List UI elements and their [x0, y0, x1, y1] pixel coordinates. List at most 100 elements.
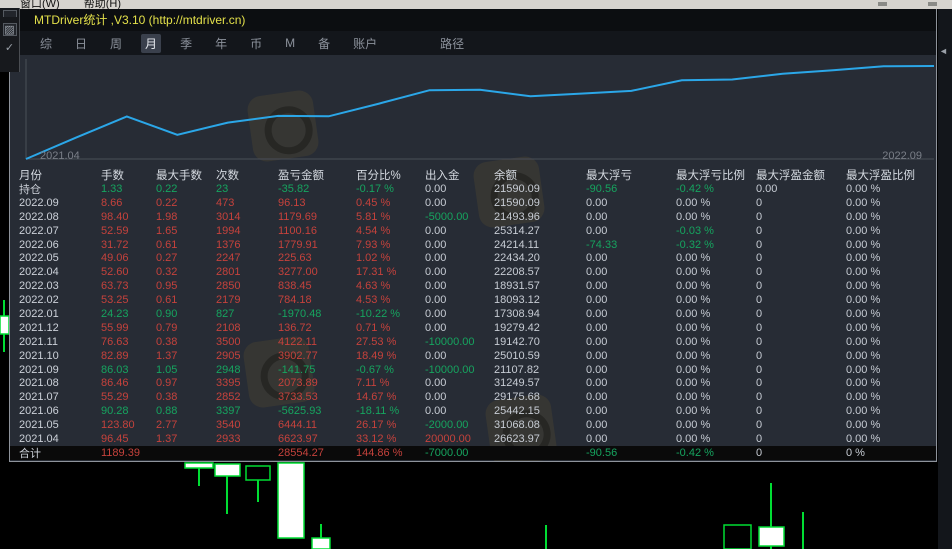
tab-综[interactable]: 综 [36, 34, 56, 53]
cell-max-float-profit-ratio: 0.00 % [846, 182, 881, 195]
cell-max-float-loss: 0.00 [586, 210, 608, 223]
cell-lots: 31.72 [101, 238, 129, 251]
path-button[interactable]: 路径 [440, 35, 464, 52]
cell-month: 2021.06 [19, 405, 59, 418]
column-header-deposit: 出入金 [425, 169, 460, 182]
cell-count: 3397 [216, 405, 241, 418]
check-icon[interactable]: ✓ [3, 42, 17, 55]
menu-item[interactable]: 窗口(W) [20, 0, 60, 9]
cell-count: 3540 [216, 419, 241, 432]
cell-max-float-loss: 0.00 [586, 419, 608, 432]
cell-max-lots: 0.27 [156, 252, 178, 265]
cell-month: 2021.08 [19, 377, 59, 390]
cell-month: 2021.12 [19, 321, 59, 334]
table-row[interactable]: 2022.05 49.06 0.27 2247 225.63 1.02 % 0.00 2243… [10, 251, 936, 265]
column-header-percent: 百分比% [356, 169, 401, 182]
window-frame-icon[interactable] [2, 10, 17, 17]
table-row[interactable]: 2021.04 96.45 1.37 2933 6623.97 33.12 % 20000.… [10, 432, 936, 446]
x-axis-label-end: 2022.09 [882, 150, 922, 162]
cell-max-float-loss-ratio: 0.00 % [676, 196, 711, 209]
cell-max-float-profit: 0 [756, 321, 763, 334]
table-row[interactable]: 2021.11 76.63 0.38 3500 4122.11 27.53 % -10000… [10, 335, 936, 349]
cell-percent: -0.17 % [356, 182, 394, 195]
table-row[interactable]: 2022.09 8.66 0.22 473 96.13 0.45 % 0.00 21590.0… [10, 196, 936, 210]
cell-max-float-loss: 0.00 [586, 405, 608, 418]
x-axis-label-start: 2021.04 [40, 150, 80, 162]
table-row[interactable]: 2021.10 82.89 1.37 2905 3902.77 18.49 % 0.00 25… [10, 349, 936, 363]
cell-deposit: 0.00 [425, 238, 447, 251]
cell-max-float-profit-ratio: 0.00 % [846, 377, 881, 390]
cell-max-float-loss-ratio: 0.00 % [676, 419, 711, 432]
collapse-left-arrow-icon[interactable]: ◄ [939, 46, 948, 56]
cell-percent: -10.22 % [356, 307, 401, 320]
tab-年[interactable]: 年 [211, 34, 231, 53]
tab-月[interactable]: 月 [141, 33, 162, 53]
table-row[interactable]: 2021.09 86.03 1.05 2948 -141.75 -0.67 % -10000… [10, 363, 936, 377]
table-row[interactable]: 2022.07 52.59 1.65 1994 1100.16 4.54 % 0.00 253… [10, 224, 936, 238]
table-row[interactable]: 2021.08 86.46 0.97 3395 2073.89 7.11 % 0.00 312… [10, 376, 936, 390]
cell-max-float-profit-ratio: 0.00 % [846, 252, 881, 265]
menu-item[interactable]: 帮助(H) [84, 0, 121, 9]
table-row[interactable]: 2021.06 90.28 0.88 3397 -5625.93 -18.11 % 0.00… [10, 404, 936, 418]
cell-count: 827 [216, 307, 235, 320]
cell-count: 2108 [216, 321, 241, 334]
cell-pnl: 1100.16 [278, 224, 317, 237]
cell-month: 2022.04 [19, 266, 59, 279]
cell-max-float-loss: 0.00 [586, 432, 608, 445]
cell-count: 2179 [216, 294, 241, 307]
cell-max-float-loss-ratio: -0.42 % [676, 446, 714, 459]
window-control-mark[interactable] [878, 2, 887, 6]
table-row[interactable]: 2022.04 52.60 0.32 2801 3277.00 17.31 % 0.00 22… [10, 265, 936, 279]
cell-max-lots: 0.38 [156, 335, 178, 348]
table-row[interactable]: 2021.12 55.99 0.79 2108 136.72 0.71 % 0.00 1927… [10, 321, 936, 335]
cell-deposit: 0.00 [425, 294, 447, 307]
cell-max-float-loss-ratio: 0.00 % [676, 363, 711, 376]
cell-deposit: 20000.00 [425, 432, 471, 445]
table-row[interactable]: 2022.01 24.23 0.90 827 -1970.48 -10.22 % 0.00 1… [10, 307, 936, 321]
tab-周[interactable]: 周 [106, 34, 126, 53]
table-row[interactable]: 2021.05 123.80 2.77 3540 6444.11 26.17 % -2000… [10, 418, 936, 432]
image-chart-icon[interactable]: ▨ [2, 23, 17, 36]
cell-max-lots: 1.98 [156, 210, 178, 223]
table-row[interactable]: 2022.03 63.73 0.95 2850 838.45 4.63 % 0.00 1893… [10, 279, 936, 293]
cell-balance: 31249.57 [494, 377, 540, 390]
table-row[interactable]: 2022.02 53.25 0.61 2179 784.18 4.53 % 0.00 1809… [10, 293, 936, 307]
table-row[interactable]: 持仓 1.33 0.22 23 -35.82 -0.17 % 0.00 21590.09 -90… [10, 182, 936, 196]
cell-max-float-loss: 0.00 [586, 363, 608, 376]
cell-balance: 21590.09 [494, 182, 540, 195]
cell-lots: 86.46 [101, 377, 129, 390]
window-control-mark[interactable] [928, 2, 937, 6]
cell-deposit: 0.00 [425, 266, 447, 279]
cell-max-float-loss-ratio: 0.00 % [676, 391, 711, 404]
cell-count: 2801 [216, 266, 241, 279]
cell-pnl: -5625.93 [278, 405, 322, 418]
cell-balance: 25442.15 [494, 405, 540, 418]
cell-deposit: 0.00 [425, 405, 447, 418]
cell-month: 2021.10 [19, 349, 59, 362]
cell-lots: 90.28 [101, 405, 129, 418]
cell-max-float-profit-ratio: 0.00 % [846, 210, 881, 223]
menu-bar-items: 窗口(W) 帮助(H) [0, 0, 952, 9]
cell-pnl: 6444.11 [278, 419, 317, 432]
cell-max-lots: 0.32 [156, 266, 178, 279]
cell-max-lots: 2.77 [156, 419, 178, 432]
table-row[interactable]: 2021.07 55.29 0.38 2852 3733.53 14.67 % 0.00 29… [10, 390, 936, 404]
tab-备[interactable]: 备 [314, 34, 334, 53]
right-splitter[interactable]: ◄ [938, 8, 952, 549]
cell-deposit: -10000.00 [425, 335, 475, 348]
tab-季[interactable]: 季 [176, 34, 196, 53]
table-row[interactable]: 2022.08 98.40 1.98 3014 1179.69 5.81 % -5000.0… [10, 210, 936, 224]
tab-M[interactable]: M [281, 35, 299, 51]
cell-max-float-loss: -90.56 [586, 182, 618, 195]
cell-max-float-loss-ratio: 0.00 % [676, 294, 711, 307]
table-row[interactable]: 2022.06 31.72 0.61 1376 1779.91 7.93 % 0.00 242… [10, 238, 936, 252]
cell-max-float-loss-ratio: 0.00 % [676, 266, 711, 279]
cell-balance: 31068.08 [494, 419, 540, 432]
tab-账户[interactable]: 账户 [349, 34, 381, 53]
table-row-total[interactable]: 合计 1189.39 28554.27 144.86 % -7000.00 -90.56 -… [10, 445, 936, 460]
cell-balance: 19142.70 [494, 335, 540, 348]
tab-币[interactable]: 币 [246, 34, 266, 53]
cell-max-float-loss: 0.00 [586, 280, 608, 293]
tab-日[interactable]: 日 [71, 34, 91, 53]
cell-deposit: 0.00 [425, 252, 447, 265]
